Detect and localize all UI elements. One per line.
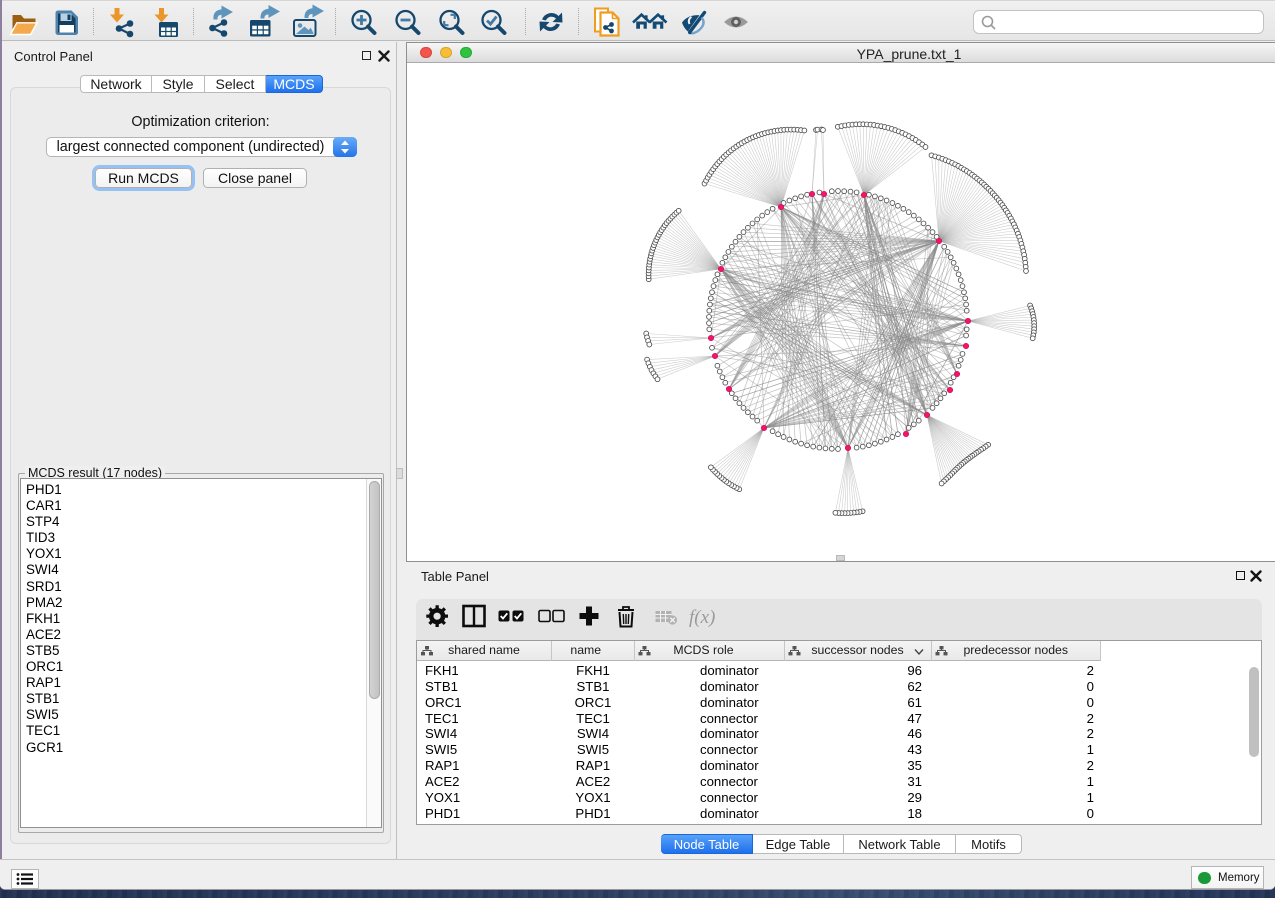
svg-text:f(x): f(x) (689, 607, 715, 628)
